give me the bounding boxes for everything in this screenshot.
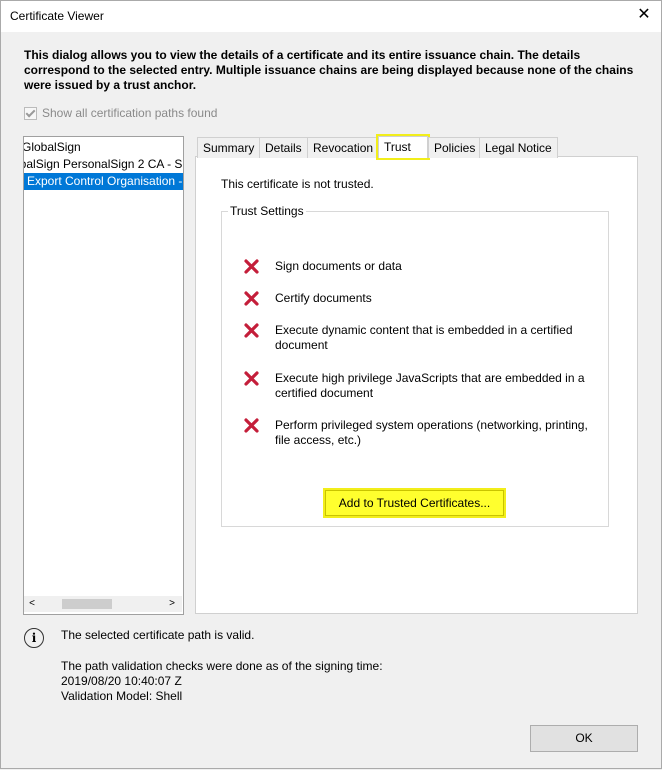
trust-item: Execute high privilege JavaScripts that … bbox=[244, 371, 595, 401]
validation-model: Validation Model: Shell bbox=[61, 689, 183, 703]
certificate-tree[interactable]: GlobalSign GlobalSign PersonalSign 2 CA … bbox=[23, 136, 184, 615]
red-x-icon bbox=[244, 371, 259, 386]
tab-legal-notice[interactable]: Legal Notice bbox=[479, 137, 558, 158]
red-x-icon bbox=[244, 291, 259, 306]
validation-info: The path validation checks were done as … bbox=[61, 659, 383, 704]
tree-horizontal-scrollbar[interactable]: < > bbox=[24, 596, 182, 612]
trust-status-text: This certificate is not trusted. bbox=[221, 177, 374, 191]
trust-item-text: Execute dynamic content that is embedded… bbox=[275, 323, 573, 352]
show-all-paths-label: Show all certification paths found bbox=[42, 106, 218, 120]
trust-item-text: Perform privileged system operations (ne… bbox=[275, 418, 588, 447]
close-button[interactable]: ✕ bbox=[632, 4, 656, 26]
scroll-right-arrow-icon[interactable]: > bbox=[166, 598, 178, 610]
trust-item-text: Sign documents or data bbox=[275, 259, 402, 273]
intro-text: This dialog allows you to view the detai… bbox=[24, 48, 634, 92]
trust-item: Sign documents or data bbox=[244, 259, 595, 274]
tab-trust[interactable]: Trust bbox=[378, 136, 428, 158]
scroll-left-arrow-icon[interactable]: < bbox=[26, 598, 38, 610]
red-x-icon bbox=[244, 418, 259, 433]
red-x-icon bbox=[244, 259, 259, 274]
tab-details[interactable]: Details bbox=[259, 137, 308, 158]
scroll-thumb[interactable] bbox=[62, 599, 112, 609]
show-all-paths-checkbox[interactable]: Show all certification paths found bbox=[24, 106, 217, 120]
validation-line: The path validation checks were done as … bbox=[61, 659, 383, 673]
path-status-text: The selected certificate path is valid. bbox=[61, 628, 255, 642]
add-to-trusted-certificates-button[interactable]: Add to Trusted Certificates... bbox=[325, 490, 504, 516]
trust-item: Certify documents bbox=[244, 291, 595, 306]
trust-item: Execute dynamic content that is embedded… bbox=[244, 323, 595, 353]
ok-button[interactable]: OK bbox=[530, 725, 638, 752]
tree-item-personalsign-ca[interactable]: GlobalSign PersonalSign 2 CA - SHA256 - … bbox=[24, 156, 183, 173]
tab-revocation[interactable]: Revocation bbox=[307, 137, 380, 158]
window-title: Certificate Viewer bbox=[10, 9, 104, 23]
tree-item-globalsign[interactable]: GlobalSign bbox=[24, 139, 81, 156]
tab-policies[interactable]: Policies bbox=[428, 137, 482, 158]
trust-settings-label: Trust Settings bbox=[228, 204, 306, 218]
trust-item: Perform privileged system operations (ne… bbox=[244, 418, 595, 448]
trust-item-text: Execute high privilege JavaScripts that … bbox=[275, 371, 585, 400]
red-x-icon bbox=[244, 323, 259, 338]
tab-summary[interactable]: Summary bbox=[197, 137, 261, 158]
checkbox-icon bbox=[24, 106, 37, 120]
info-icon: i bbox=[24, 628, 44, 648]
trust-item-text: Certify documents bbox=[275, 291, 372, 305]
tree-item-export-control[interactable]: Export Control Organisation - Trust Docu… bbox=[24, 173, 183, 190]
validation-time: 2019/08/20 10:40:07 Z bbox=[61, 674, 182, 688]
